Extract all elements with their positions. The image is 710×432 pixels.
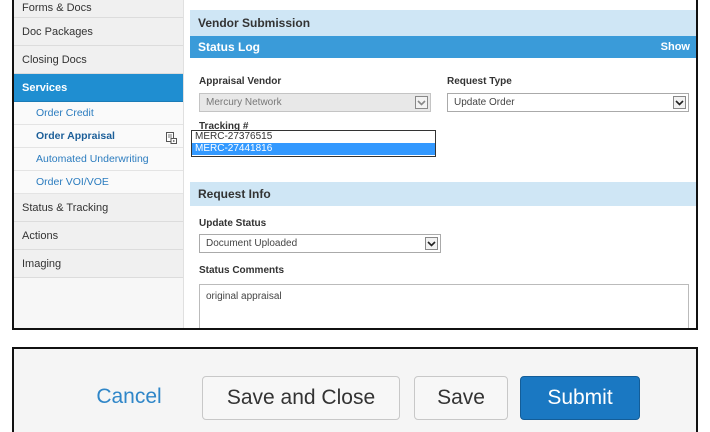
sidebar-item-actions[interactable]: Actions <box>14 222 183 250</box>
show-link[interactable]: Show <box>661 36 690 58</box>
vendor-submission-header: Vendor Submission <box>190 10 696 36</box>
tracking-listbox[interactable]: MERC-27376515 MERC-27441816 <box>191 130 436 157</box>
document-lock-icon <box>166 130 177 144</box>
update-status-label: Update Status <box>199 218 267 229</box>
sidebar-subitem-order-voi-voe[interactable]: Order VOI/VOE <box>14 171 183 194</box>
request-type-select[interactable]: Update Order <box>447 93 689 112</box>
submit-button[interactable]: Submit <box>520 376 640 420</box>
tracking-option[interactable]: MERC-27376515 <box>192 131 435 143</box>
sidebar-item-doc-packages[interactable]: Doc Packages <box>14 18 183 46</box>
tracking-option-selected[interactable]: MERC-27441816 <box>192 143 435 155</box>
loan-services-panel: Forms & Docs Doc Packages Closing Docs S… <box>12 0 698 330</box>
status-comments-textarea[interactable]: original appraisal <box>199 284 689 328</box>
sidebar-subitem-automated-underwriting[interactable]: Automated Underwriting <box>14 148 183 171</box>
sidebar-subitem-label: Automated Underwriting <box>36 153 149 165</box>
sidebar-subitem-label: Order VOI/VOE <box>36 176 109 188</box>
sidebar-subitem-order-appraisal[interactable]: Order Appraisal <box>14 125 183 148</box>
save-and-close-button[interactable]: Save and Close <box>202 376 400 420</box>
main-content: Vendor Submission Status Log Show Apprai… <box>185 0 696 328</box>
chevron-down-icon <box>673 96 686 109</box>
save-button[interactable]: Save <box>414 376 508 420</box>
action-bar: Cancel Save and Close Save Submit <box>12 347 698 432</box>
sidebar-item-status-tracking[interactable]: Status & Tracking <box>14 194 183 222</box>
appraisal-vendor-label: Appraisal Vendor <box>199 76 282 87</box>
request-type-value: Update Order <box>454 97 515 108</box>
sidebar-subitem-label: Order Appraisal <box>36 130 115 142</box>
status-comments-label: Status Comments <box>199 265 285 276</box>
status-log-title: Status Log <box>198 40 260 54</box>
cancel-button[interactable]: Cancel <box>74 376 184 420</box>
sidebar-item-closing-docs[interactable]: Closing Docs <box>14 46 183 74</box>
appraisal-vendor-select: Mercury Network <box>199 93 431 112</box>
request-info-header: Request Info <box>190 182 696 206</box>
sidebar-subitem-order-credit[interactable]: Order Credit <box>14 102 183 125</box>
status-log-bar[interactable]: Status Log Show <box>190 36 696 58</box>
request-type-label: Request Type <box>447 76 512 87</box>
sidebar: Forms & Docs Doc Packages Closing Docs S… <box>14 0 184 328</box>
update-status-value: Document Uploaded <box>206 238 298 249</box>
appraisal-vendor-value: Mercury Network <box>206 97 282 108</box>
sidebar-item-imaging[interactable]: Imaging <box>14 250 183 278</box>
chevron-down-icon <box>415 96 428 109</box>
chevron-down-icon <box>425 237 438 250</box>
sidebar-subitem-label: Order Credit <box>36 107 94 119</box>
update-status-select[interactable]: Document Uploaded <box>199 234 441 253</box>
sidebar-item-forms-docs[interactable]: Forms & Docs <box>14 0 183 18</box>
sidebar-item-services[interactable]: Services <box>14 74 183 102</box>
